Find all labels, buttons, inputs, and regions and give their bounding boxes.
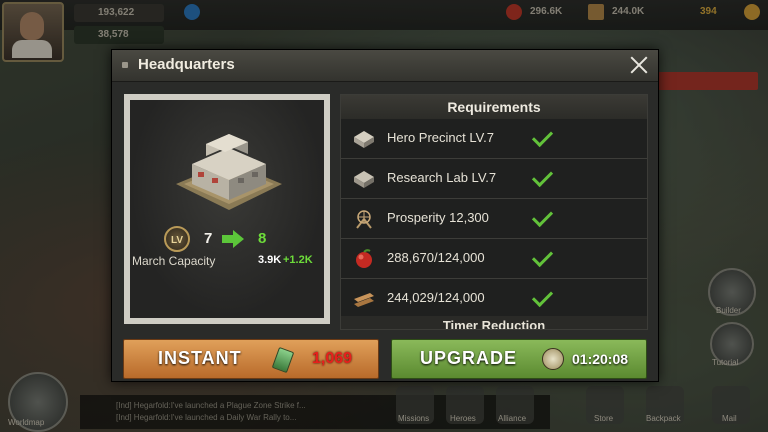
requirement-text: Research Lab LV.7 [387, 170, 497, 185]
march-capacity-bonus: +1.2K [283, 254, 313, 266]
current-level: 7 [204, 230, 213, 247]
checkmark-icon [531, 125, 554, 148]
building-icon [354, 131, 374, 148]
food-icon [356, 249, 372, 268]
checkmark-icon [531, 165, 554, 188]
requirement-text: 244,029/124,000 [387, 290, 485, 305]
headquarters-building-image [176, 134, 282, 210]
march-capacity-label: March Capacity [132, 254, 216, 268]
stopwatch-icon [542, 348, 564, 370]
dialog-title: Headquarters [138, 56, 235, 73]
requirements-panel[interactable]: Requirements Hero Precinct LV.7 Research… [340, 94, 648, 330]
upgrade-button[interactable]: UPGRADE 01:20:08 [391, 339, 647, 379]
march-capacity-value: 3.9K [258, 254, 282, 266]
wood-icon [354, 293, 374, 307]
instant-button[interactable]: INSTANT 1,069 [123, 339, 379, 379]
arrow-right-icon [222, 230, 244, 248]
dialog-header: Headquarters [112, 50, 658, 82]
windmill-icon [356, 210, 372, 229]
requirement-row: Hero Precinct LV.7 [341, 119, 647, 159]
upgrade-label: UPGRADE [420, 348, 518, 368]
instant-label: INSTANT [158, 348, 242, 368]
building-preview: LV 7 8 March Capacity 3.9K +1.2K [130, 100, 324, 318]
upgrade-time: 01:20:08 [572, 351, 629, 367]
headquarters-dialog: Headquarters LV 7 8 March Capacity 3.9K … [111, 49, 659, 382]
checkmark-icon [531, 205, 554, 228]
level-badge-icon: LV [164, 226, 190, 252]
requirement-text: 288,670/124,000 [387, 250, 485, 265]
next-level: 8 [258, 230, 267, 247]
gem-icon [271, 346, 295, 374]
building-icon [354, 171, 374, 188]
timer-reduction-heading: Timer Reduction [341, 316, 647, 329]
instant-cost: 1,069 [312, 350, 353, 367]
requirement-row: Prosperity 12,300 [341, 199, 647, 239]
requirement-text: Hero Precinct LV.7 [387, 130, 494, 145]
requirements-title: Requirements [341, 95, 647, 119]
requirement-row: Research Lab LV.7 [341, 159, 647, 199]
building-preview-card: LV 7 8 March Capacity 3.9K +1.2K [124, 94, 330, 324]
requirement-row: 244,029/124,000 [341, 279, 647, 319]
requirement-text: Prosperity 12,300 [387, 210, 489, 225]
checkmark-icon [531, 245, 554, 268]
requirement-row: 288,670/124,000 [341, 239, 647, 279]
checkmark-icon [531, 285, 554, 308]
close-icon[interactable] [628, 54, 650, 76]
header-bullet-icon [122, 62, 128, 68]
